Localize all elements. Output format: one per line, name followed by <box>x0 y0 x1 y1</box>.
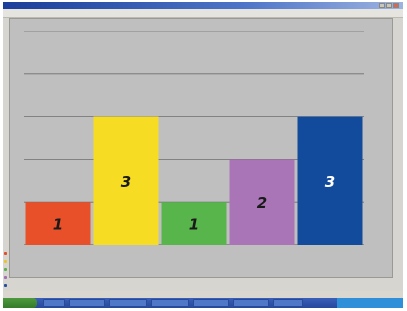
marker-red <box>4 252 7 255</box>
chart-window: 1 3 1 2 3 <box>9 18 393 278</box>
bar-value-label: 3 <box>325 173 335 191</box>
bar-value-label: 1 <box>189 216 199 234</box>
bar-chart: 1 3 1 2 3 <box>24 31 364 245</box>
taskbar-item[interactable] <box>43 299 65 307</box>
status-bar <box>3 291 403 298</box>
bar-value-label: 3 <box>121 173 131 191</box>
window-titlebar[interactable] <box>3 2 403 9</box>
bar-value-label: 1 <box>53 216 63 234</box>
system-tray[interactable] <box>337 298 403 308</box>
close-button[interactable] <box>393 3 399 8</box>
start-button[interactable] <box>3 298 37 308</box>
taskbar-item[interactable] <box>69 299 105 307</box>
taskbar-item[interactable] <box>193 299 229 307</box>
marker-purple <box>4 276 7 279</box>
taskbar-item[interactable] <box>151 299 189 307</box>
taskbar <box>3 298 403 308</box>
taskbar-item[interactable] <box>233 299 269 307</box>
marker-blue <box>4 284 7 287</box>
menu-bar <box>3 9 403 18</box>
taskbar-item[interactable] <box>273 299 303 307</box>
marker-yellow <box>4 260 7 263</box>
desktop-screen: 1 3 1 2 3 <box>3 2 403 308</box>
marker-green <box>4 268 7 271</box>
maximize-button[interactable] <box>386 3 392 8</box>
taskbar-item[interactable] <box>109 299 147 307</box>
chart-canvas: 1 3 1 2 3 <box>24 31 364 245</box>
minimize-button[interactable] <box>379 3 385 8</box>
bar-value-label: 2 <box>257 194 267 212</box>
